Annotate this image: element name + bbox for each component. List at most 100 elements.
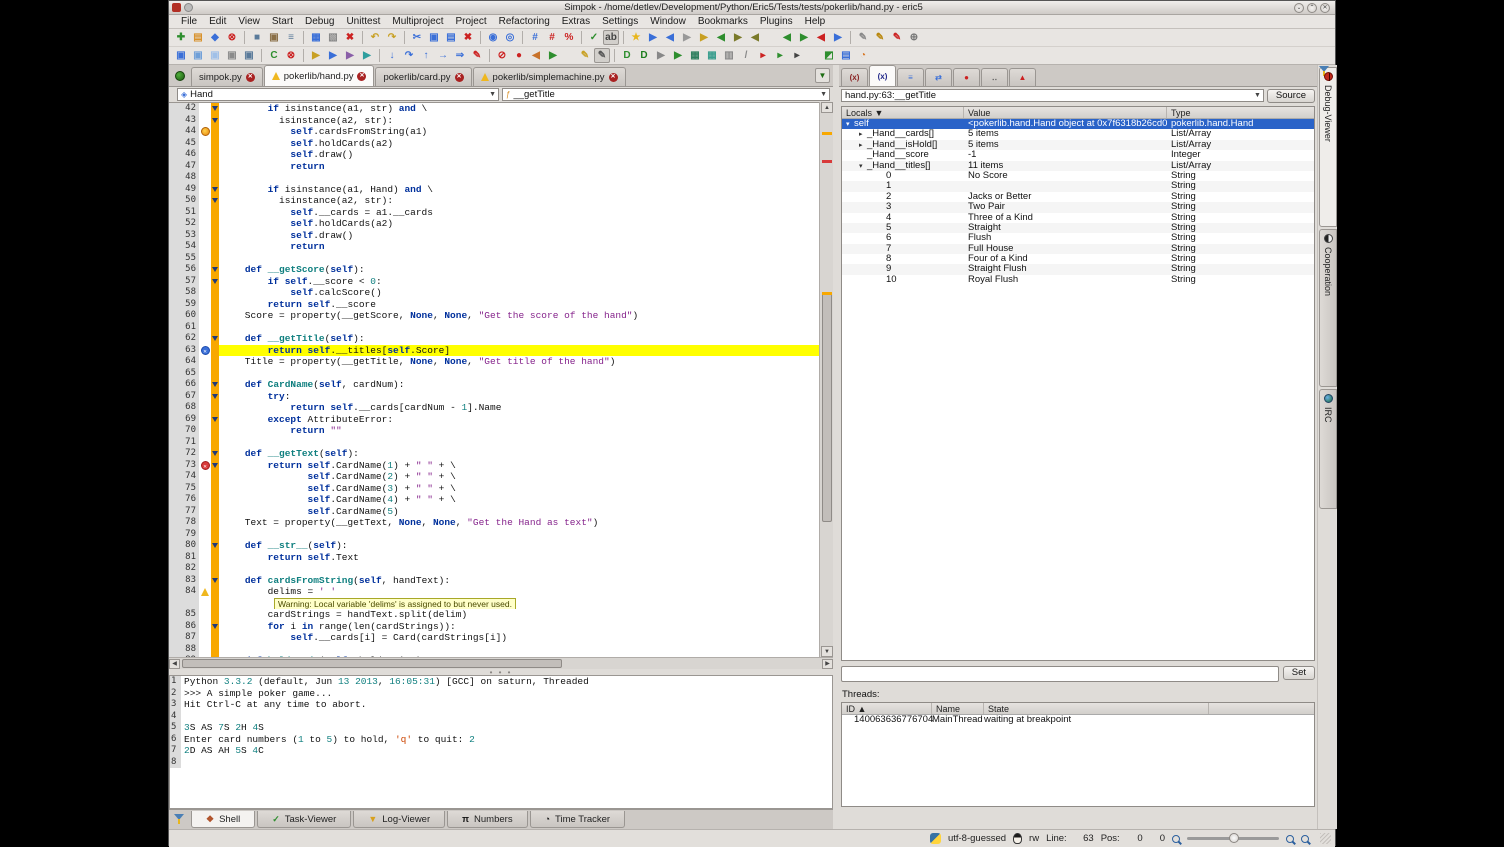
fold-margin[interactable]	[211, 345, 219, 357]
code-line-46[interactable]: 46 self.draw()	[169, 149, 819, 161]
code-line-78[interactable]: 78 Text = property(__getText, None, None…	[169, 517, 819, 529]
fold-margin[interactable]	[211, 161, 219, 173]
zoom-reset-icon[interactable]	[1301, 835, 1309, 843]
edit-shared-icon[interactable]: ✎	[872, 30, 888, 45]
syntax-error-clear-icon[interactable]: ◀	[713, 30, 729, 45]
fold-margin[interactable]	[211, 368, 219, 380]
code-line-57[interactable]: 57 if self.__score < 0:	[169, 276, 819, 288]
code-line-79[interactable]: 79	[169, 529, 819, 541]
bottom-tab-time-tracker[interactable]: ◔Time Tracker	[530, 811, 626, 828]
fold-margin[interactable]	[211, 138, 219, 150]
side-tab-cooperation[interactable]: Cooperation	[1319, 229, 1337, 387]
code-line-62[interactable]: 62 def __getTitle(self):	[169, 333, 819, 345]
code-line-72[interactable]: 72 def __getText(self):	[169, 448, 819, 460]
line-marker-cell[interactable]	[199, 529, 211, 541]
set-variable-input[interactable]	[841, 666, 1279, 682]
fold-margin[interactable]	[211, 310, 219, 322]
threads-header-name[interactable]: Name	[932, 703, 984, 714]
code-line-71[interactable]: 71	[169, 437, 819, 449]
line-marker-cell[interactable]	[199, 333, 211, 345]
code-line-49[interactable]: 49 if isinstance(a1, Hand) and \	[169, 184, 819, 196]
goto-brace-icon[interactable]: #	[544, 30, 560, 45]
bottom-tab-numbers[interactable]: πNumbers	[447, 811, 527, 828]
fold-margin[interactable]	[211, 126, 219, 138]
menu-extras[interactable]: Extras	[556, 15, 596, 29]
fold-margin[interactable]	[211, 391, 219, 403]
return-run-icon[interactable]: ◀	[528, 48, 544, 63]
expand-icon[interactable]: ▸	[859, 141, 867, 150]
bookmark-clear-icon[interactable]: ▶	[679, 30, 695, 45]
copy-icon[interactable]: ▣	[426, 30, 442, 45]
source-button[interactable]: Source	[1267, 89, 1315, 103]
save-as-icon[interactable]: ▣	[266, 30, 282, 45]
fold-margin[interactable]	[211, 207, 219, 219]
code-line-67[interactable]: 67 try:	[169, 391, 819, 403]
locals-row[interactable]: ▸_Hand__isHold[]5 itemsList/Array	[842, 140, 1314, 150]
editor-tab-pokerlib-card-py[interactable]: pokerlib/card.py✕	[375, 67, 471, 86]
line-marker-cell[interactable]	[199, 586, 211, 598]
search-icon[interactable]: ◉	[485, 30, 501, 45]
new-file-icon[interactable]: ✚	[173, 30, 189, 45]
fold-margin[interactable]	[211, 115, 219, 127]
fold-margin[interactable]	[211, 379, 219, 391]
undo-icon[interactable]: ↶	[367, 30, 383, 45]
collapse-icon[interactable]: ▾	[859, 162, 867, 171]
fold-margin[interactable]	[211, 103, 219, 115]
menu-window[interactable]: Window	[644, 15, 692, 29]
menu-debug[interactable]: Debug	[299, 15, 340, 29]
line-marker-cell[interactable]	[199, 448, 211, 460]
line-marker-cell[interactable]	[199, 391, 211, 403]
zoom-slider[interactable]	[1187, 837, 1279, 840]
breakpoint-next-icon[interactable]: ▣	[190, 48, 206, 63]
preferences-icon[interactable]: ⊕	[906, 30, 922, 45]
code-line-80[interactable]: 80 def __str__(self):	[169, 540, 819, 552]
fold-margin[interactable]	[211, 586, 219, 598]
delete-icon[interactable]: ✖	[460, 30, 476, 45]
fold-margin[interactable]	[211, 632, 219, 644]
autocompletion-icon[interactable]: ab	[603, 30, 619, 45]
code-line-75[interactable]: 75 self.CardName(3) + " " + \	[169, 483, 819, 495]
threads-header-id[interactable]: ID ▲	[842, 703, 932, 714]
breakpoint-enable-icon[interactable]: ▣	[241, 48, 257, 63]
line-marker-cell[interactable]	[199, 161, 211, 173]
abort-icon[interactable]: ●	[511, 48, 527, 63]
scroll-right-arrow[interactable]: ▶	[822, 659, 833, 669]
line-marker-cell[interactable]	[199, 149, 211, 161]
bookmark-next-icon[interactable]: ▶	[645, 30, 661, 45]
menu-unittest[interactable]: Unittest	[340, 15, 386, 29]
line-marker-cell[interactable]	[199, 379, 211, 391]
menu-refactoring[interactable]: Refactoring	[493, 15, 556, 29]
code-line-53[interactable]: 53 self.draw()	[169, 230, 819, 242]
code-line-56[interactable]: 56 def __getScore(self):	[169, 264, 819, 276]
fold-margin[interactable]	[211, 460, 219, 472]
side-tab-debug-viewer[interactable]: Debug-Viewer	[1319, 67, 1337, 227]
fold-margin[interactable]	[211, 414, 219, 426]
code-line-73[interactable]: 73✕ return self.CardName(1) + " " + \	[169, 460, 819, 472]
change-next-icon[interactable]: ◀	[779, 30, 795, 45]
flag-ok-icon[interactable]: ▸	[772, 48, 788, 63]
locals-row[interactable]: 5StraightString	[842, 223, 1314, 233]
fold-margin[interactable]	[211, 483, 219, 495]
stop-script-icon[interactable]: ⊗	[283, 48, 299, 63]
flag-info-icon[interactable]: ▸	[789, 48, 805, 63]
warning-previous-icon[interactable]: ◀	[747, 30, 763, 45]
line-marker-cell[interactable]	[199, 540, 211, 552]
scrollbar-thumb[interactable]	[822, 292, 832, 522]
menu-view[interactable]: View	[232, 15, 266, 29]
line-marker-cell[interactable]	[199, 575, 211, 587]
debug-tab-exceptions[interactable]: ▲	[1009, 68, 1036, 86]
line-marker-cell[interactable]	[199, 207, 211, 219]
breakpoint-clear-icon[interactable]: ▣	[224, 48, 240, 63]
unittest-icon[interactable]: ◩	[821, 48, 837, 63]
continue-to-cursor-icon[interactable]: ⇒	[452, 48, 468, 63]
collapse-icon[interactable]: ▾	[846, 120, 854, 129]
code-line-54[interactable]: 54 return	[169, 241, 819, 253]
line-marker-cell[interactable]	[199, 138, 211, 150]
step-icon[interactable]: ↓	[384, 48, 400, 63]
code-line-48[interactable]: 48	[169, 172, 819, 184]
fold-margin[interactable]	[211, 517, 219, 529]
bottom-tab-log-viewer[interactable]: ▼Log-Viewer	[353, 811, 445, 828]
goto-line-icon[interactable]: #	[527, 30, 543, 45]
line-marker-cell[interactable]	[199, 322, 211, 334]
line-marker-cell[interactable]	[199, 494, 211, 506]
